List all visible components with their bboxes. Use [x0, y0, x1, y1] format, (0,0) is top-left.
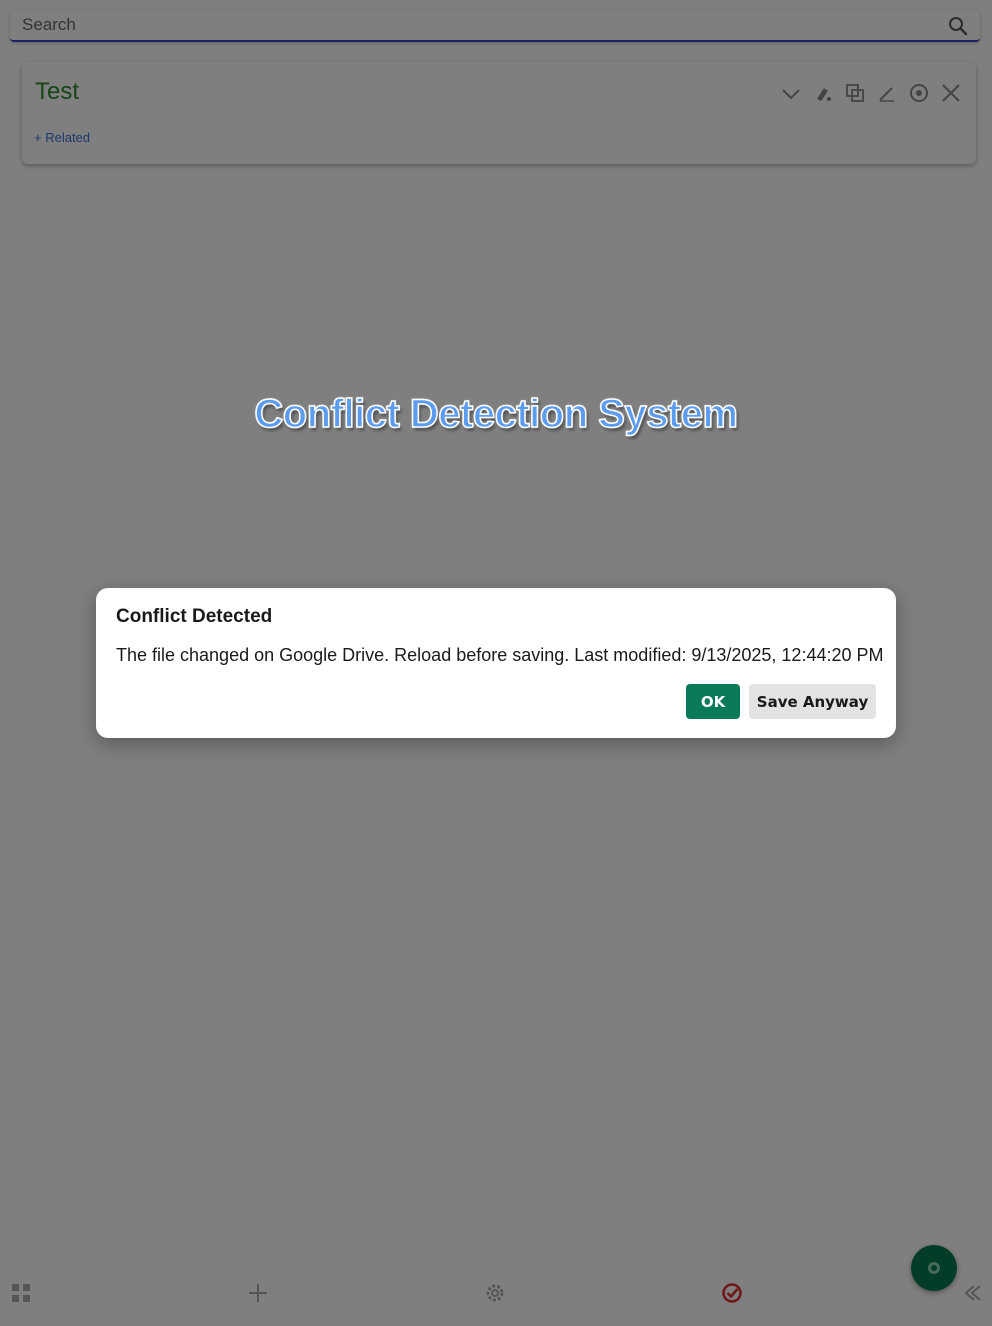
dialog-actions: OK Save Anyway: [686, 684, 876, 719]
save-anyway-button[interactable]: Save Anyway: [749, 684, 876, 719]
banner-title: Conflict Detection System: [254, 391, 739, 437]
ok-button[interactable]: OK: [686, 684, 740, 719]
dialog-title: Conflict Detected: [116, 606, 273, 627]
conflict-dialog: Conflict Detected The file changed on Go…: [96, 588, 896, 738]
dialog-message: The file changed on Google Drive. Reload…: [116, 645, 884, 665]
